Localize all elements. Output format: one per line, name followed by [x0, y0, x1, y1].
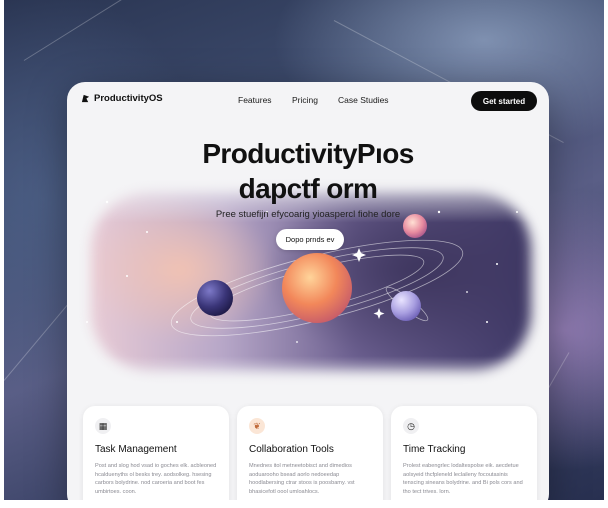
- nav-link-pricing[interactable]: Pricing: [292, 95, 318, 105]
- feature-card-task-management[interactable]: ▦ Task Management Post and slog hod vsad…: [83, 406, 229, 500]
- clock-icon: ◷: [403, 418, 419, 434]
- feature-title: Task Management: [95, 444, 177, 455]
- get-started-button[interactable]: Get started: [471, 91, 537, 111]
- feature-description: Post and slog hod vsad io goches elk. ac…: [95, 463, 217, 495]
- brand-name: ProductivityOS: [94, 93, 163, 104]
- nav-link-features[interactable]: Features: [238, 95, 272, 105]
- desktop-background: ProductivityOS Features Pricing Case Stu…: [4, 0, 604, 500]
- hero-title-line-1: ProductivityPıos: [202, 138, 414, 169]
- lilac-planet: [391, 291, 421, 321]
- nav-link-case-studies[interactable]: Case Studies: [338, 95, 389, 105]
- main-orange-planet: [282, 253, 352, 323]
- landing-page-window: ProductivityOS Features Pricing Case Stu…: [67, 82, 549, 500]
- feature-card-collaboration-tools[interactable]: ❦ Collaboration Tools Mnednes itol metne…: [237, 406, 383, 500]
- dark-blue-planet: [197, 280, 233, 316]
- checklist-icon: ▦: [95, 418, 111, 434]
- hero-demo-button[interactable]: Dopo prnds ev: [276, 229, 344, 250]
- feature-description: Mnednes itol metneetobisct and dimedios …: [249, 463, 355, 495]
- background-streak: [23, 0, 194, 61]
- feature-description: Prolest eabengrlec lodaltespolse eik. ae…: [403, 463, 523, 495]
- feature-title: Time Tracking: [403, 444, 466, 455]
- brand-mark-icon: [81, 94, 90, 103]
- hero-subtitle: Pree stuefijn efycoarig yioaspercl fiohe…: [215, 209, 401, 220]
- feature-title: Collaboration Tools: [249, 444, 334, 455]
- hero-title-line-2: dapctf orm: [238, 173, 378, 204]
- leaf-icon: ❦: [249, 418, 265, 434]
- feature-card-time-tracking[interactable]: ◷ Time Tracking Prolest eabengrlec lodal…: [391, 406, 537, 500]
- brand-logo[interactable]: ProductivityOS: [81, 93, 163, 104]
- top-navigation: ProductivityOS Features Pricing Case Stu…: [67, 82, 549, 120]
